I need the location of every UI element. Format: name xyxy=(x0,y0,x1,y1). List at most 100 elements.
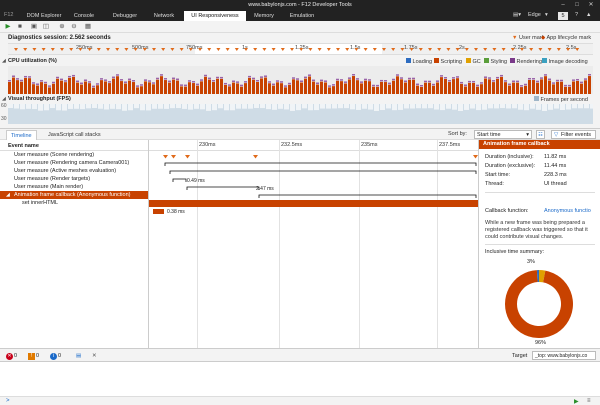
warnings-filter[interactable]: ! 0 xyxy=(28,352,39,360)
notification-count[interactable]: 5 xyxy=(558,12,568,20)
dock-icon[interactable]: ▤▾ xyxy=(513,11,521,20)
expand-all-icon[interactable]: ☷ xyxy=(536,130,545,139)
cpu-bar xyxy=(300,82,303,94)
cpu-bar xyxy=(184,86,187,94)
cpu-bar-rendering xyxy=(64,80,67,82)
cpu-bar-rendering xyxy=(160,74,163,76)
tab-debugger[interactable]: Debugger xyxy=(108,12,142,21)
fps-gap xyxy=(140,104,145,111)
list-item[interactable]: User measure (Scene rendering) xyxy=(0,151,148,159)
fps-gap xyxy=(560,104,565,110)
tab-dom-explorer[interactable]: DOM Explorer xyxy=(22,12,66,21)
cpu-bar-rendering xyxy=(124,81,127,83)
cpu-bar xyxy=(172,79,175,94)
list-item-selected[interactable]: ◢ Animation frame callback (Anonymous fun… xyxy=(0,191,148,199)
export-icon[interactable]: ◫ xyxy=(42,23,50,31)
cpu-bar xyxy=(52,83,55,94)
user-mark xyxy=(124,48,129,51)
user-mark xyxy=(179,48,184,51)
collapse-triangle-icon[interactable]: ◢ xyxy=(6,191,10,199)
filter-events-button[interactable]: ▽ Filter events xyxy=(551,130,596,139)
cpu-bar-rendering xyxy=(372,84,375,87)
stop-profiling-icon[interactable]: ■ xyxy=(16,23,24,31)
cpu-bar-rendering xyxy=(352,74,355,76)
cpu-bar xyxy=(460,83,463,94)
cpu-bar-rendering xyxy=(108,81,111,83)
fps-gap xyxy=(212,104,217,111)
start-profiling-icon[interactable]: ▶ xyxy=(4,23,12,31)
tab-memory[interactable]: Memory xyxy=(248,12,280,21)
console-input-area[interactable] xyxy=(0,362,600,396)
window-title: www.babylonjs.com - F12 Developer Tools xyxy=(248,2,352,8)
fps-chart[interactable]: 60 30 xyxy=(1,103,593,124)
reset-zoom-icon[interactable]: ▦ xyxy=(84,23,92,31)
cpu-bar-rendering xyxy=(40,80,43,82)
pin-icon[interactable]: ▲ xyxy=(586,11,591,20)
fps-gap xyxy=(572,104,577,109)
list-item[interactable]: User measure (Active meshes evaluation) xyxy=(0,167,148,175)
messages-filter[interactable]: i0 xyxy=(50,352,61,360)
cpu-bar-rendering xyxy=(488,77,491,79)
errors-filter[interactable]: ✕ 0 xyxy=(6,352,17,360)
clear-console-icon[interactable]: ✕ xyxy=(92,352,97,360)
cpu-bar xyxy=(272,85,275,94)
tab-ui-responsiveness[interactable]: UI Responsiveness xyxy=(184,11,246,21)
list-item[interactable]: User measure (Render targets) xyxy=(0,175,148,183)
cpu-bar xyxy=(12,77,15,94)
fps-gap xyxy=(440,104,445,111)
mode-dropdown-icon[interactable]: ▾ xyxy=(545,11,548,20)
zoom-out-icon[interactable]: ⊖ xyxy=(70,23,78,31)
maximize-icon[interactable]: □ xyxy=(570,1,584,9)
cpu-bar xyxy=(104,81,107,94)
list-item[interactable]: User measure (Main render) xyxy=(0,183,148,191)
run-icon[interactable]: ▶ xyxy=(574,398,579,405)
cpu-bar xyxy=(164,80,167,94)
cpu-bar-rendering xyxy=(396,74,399,76)
user-mark-icon xyxy=(163,155,168,159)
tab-call-stacks[interactable]: JavaScript call stacks xyxy=(44,130,105,140)
target-label: Target xyxy=(512,353,528,359)
tab-emulation[interactable]: Emulation xyxy=(284,12,320,21)
sort-dropdown[interactable]: Start time ▾ xyxy=(474,130,532,139)
browser-mode-label[interactable]: Edge xyxy=(528,11,541,20)
list-item[interactable]: set innerHTML xyxy=(0,199,148,207)
tab-console[interactable]: Console xyxy=(68,12,100,21)
filter-icon[interactable]: ▤ xyxy=(76,352,81,360)
cpu-bar-rendering xyxy=(80,82,83,85)
fps-gap xyxy=(344,104,349,109)
fps-gap xyxy=(380,104,385,111)
target-dropdown[interactable]: _top: www.babylonjs.co xyxy=(532,351,596,360)
fps-gap xyxy=(206,104,211,111)
tab-network[interactable]: Network xyxy=(148,12,180,21)
cpu-bar xyxy=(436,82,439,94)
minimize-icon[interactable]: – xyxy=(556,1,570,9)
expand-icon[interactable]: ≡ xyxy=(587,398,591,404)
cpu-bar-rendering xyxy=(516,80,519,83)
zoom-in-icon[interactable]: ⊕ xyxy=(58,23,66,31)
collapse-icon[interactable]: ◢ xyxy=(2,96,6,102)
fps-gap xyxy=(74,104,79,109)
cpu-bar-rendering xyxy=(96,83,99,85)
list-item[interactable]: User measure (Rendering camera Camera001… xyxy=(0,159,148,167)
event-timeline[interactable]: 230ms 232.5ms 235ms 237.5ms 0.49 ms 2.47… xyxy=(148,140,479,349)
cpu-bar xyxy=(168,82,171,94)
cpu-bar xyxy=(264,77,267,94)
cpu-utilization-chart[interactable] xyxy=(8,66,593,94)
collapse-icon[interactable]: ◢ xyxy=(2,58,6,64)
help-icon[interactable]: ? xyxy=(575,11,578,20)
cpu-bar-rendering xyxy=(132,80,135,82)
tab-timeline[interactable]: Timeline xyxy=(6,130,37,140)
user-mark xyxy=(529,48,534,51)
cpu-bar xyxy=(360,83,363,94)
close-icon[interactable]: ✕ xyxy=(584,1,598,9)
fps-gap xyxy=(50,104,55,109)
start-time-row: Start time: 228.3 ms xyxy=(485,172,567,178)
import-icon[interactable]: ▣ xyxy=(30,23,38,31)
cpu-bar-rendering xyxy=(404,80,407,83)
cpu-bar-rendering xyxy=(296,78,299,80)
cpu-bar xyxy=(188,82,191,94)
fps-gap xyxy=(464,104,469,110)
cpu-bar xyxy=(484,78,487,94)
cpu-bar xyxy=(292,79,295,94)
callback-link[interactable]: Anonymous functio xyxy=(544,208,591,214)
